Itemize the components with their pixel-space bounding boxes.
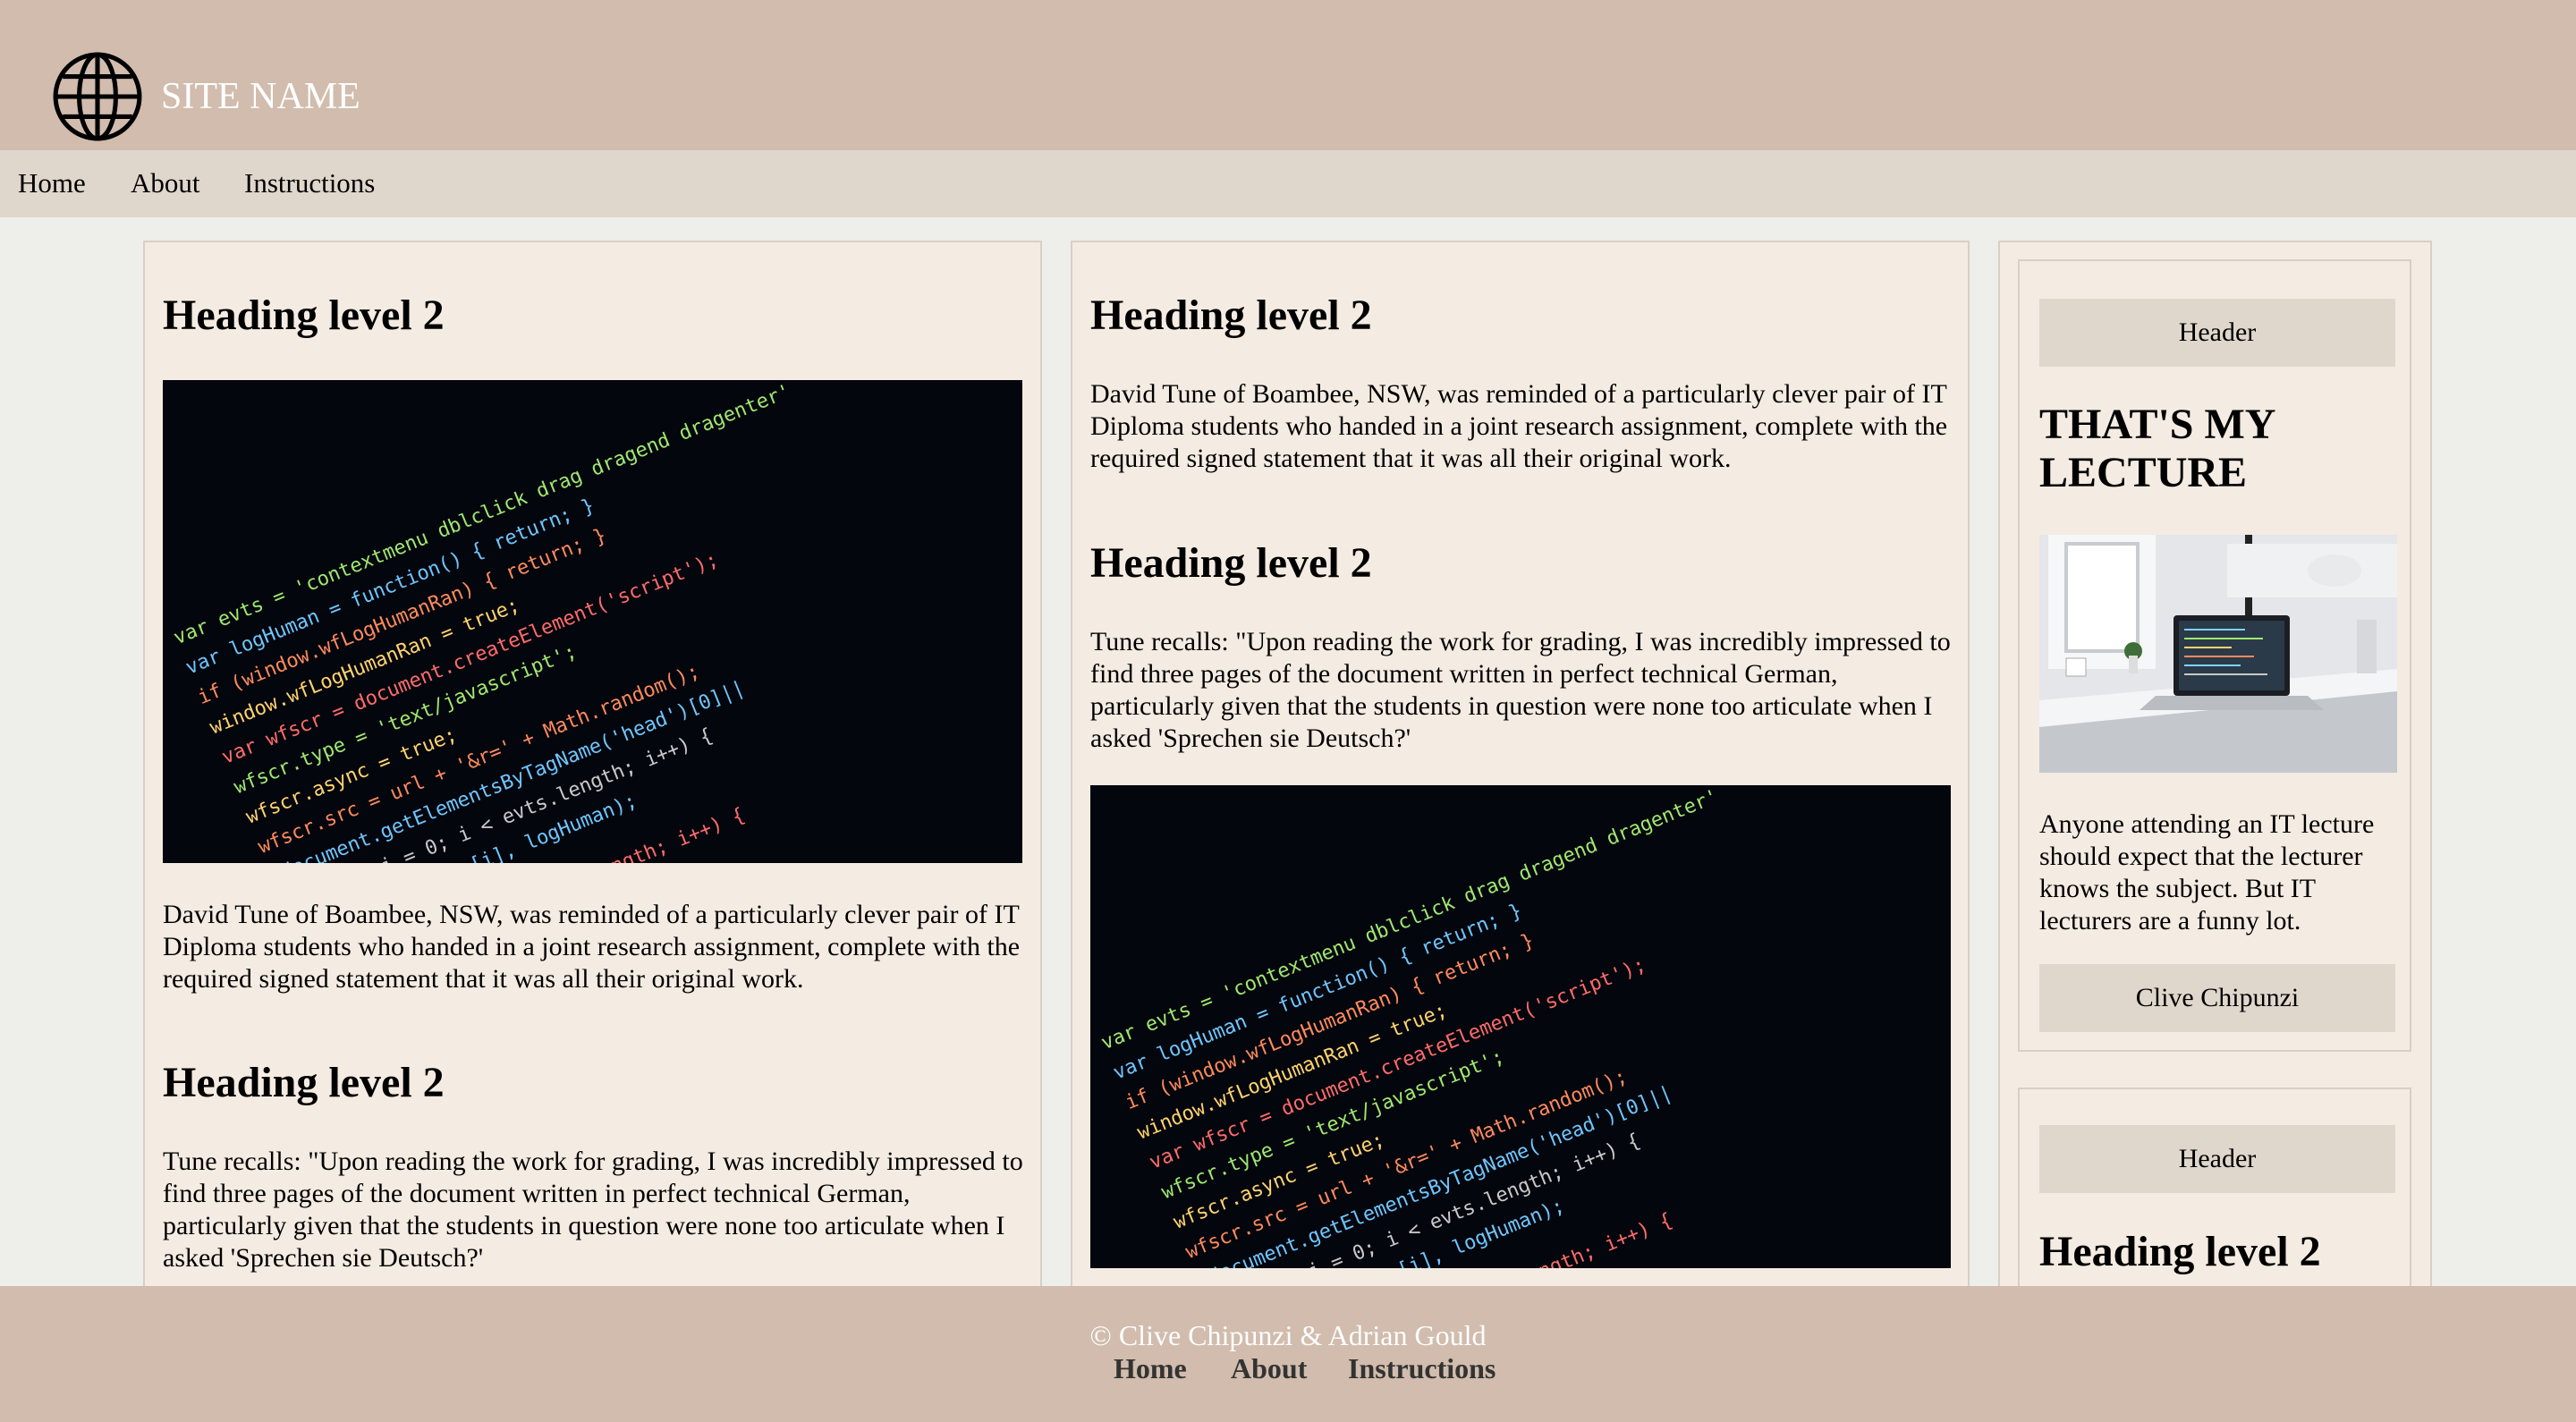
- code-screenshot-image: var evts = 'contextmenu dblclick drag dr…: [1090, 785, 1951, 1268]
- code-image-graphic: var evts = 'contextmenu dblclick drag dr…: [1090, 785, 1951, 1268]
- card1-footer: Clive Chipunzi: [2039, 964, 2395, 1032]
- footer-link-instructions[interactable]: Instructions: [1348, 1350, 1496, 1386]
- card2-title: Heading level 2: [2039, 1228, 2321, 1275]
- footer-copyright: © Clive Chipunzi & Adrian Gould: [1089, 1319, 1487, 1351]
- sidebar-card-1: Header THAT'S MY LECTURE Anyone attendin…: [2018, 259, 2411, 1052]
- card1-header: Header: [2039, 299, 2395, 367]
- laptop-photo-graphic: [2039, 535, 2397, 773]
- code-image-graphic: var evts = 'contextmenu dblclick drag dr…: [163, 380, 1022, 863]
- card2-header: Header: [2039, 1125, 2395, 1193]
- laptop-desk-photo: [2039, 535, 2397, 773]
- card1-text: Anyone attending an IT lecture should ex…: [2039, 809, 2375, 935]
- column2-paragraph-1: David Tune of Boambee, NSW, was reminded…: [1090, 379, 1948, 473]
- footer-link-about[interactable]: About: [1231, 1350, 1307, 1386]
- footer-link-home[interactable]: Home: [1114, 1350, 1187, 1386]
- column2-paragraph-2: Tune recalls: "Upon reading the work for…: [1090, 627, 1951, 753]
- nav-link-about[interactable]: About: [131, 165, 200, 201]
- column1-heading-1: Heading level 2: [163, 292, 445, 339]
- column2-heading-2: Heading level 2: [1090, 539, 1372, 587]
- column2-heading-1: Heading level 2: [1090, 292, 1372, 339]
- article-column-1: Heading level 2 var evts = 'contextmenu …: [143, 241, 1042, 1422]
- code-screenshot-image: var evts = 'contextmenu dblclick drag dr…: [163, 380, 1022, 863]
- column1-heading-2: Heading level 2: [163, 1059, 445, 1106]
- column1-paragraph-2: Tune recalls: "Upon reading the work for…: [163, 1147, 1023, 1273]
- nav-link-home[interactable]: Home: [18, 165, 86, 201]
- card1-title: THAT'S MY LECTURE: [2039, 401, 2275, 496]
- site-name[interactable]: SITE NAME: [161, 73, 360, 120]
- site-header: SITE NAME: [0, 0, 2576, 150]
- main-nav: Home About Instructions: [0, 150, 2576, 217]
- nav-link-instructions[interactable]: Instructions: [244, 165, 375, 201]
- column1-paragraph-1: David Tune of Boambee, NSW, was reminded…: [163, 900, 1021, 994]
- globe-icon[interactable]: [52, 51, 143, 142]
- article-column-2: Heading level 2 David Tune of Boambee, N…: [1071, 241, 1970, 1422]
- site-footer: © Clive Chipunzi & Adrian Gould Home Abo…: [0, 1286, 2576, 1422]
